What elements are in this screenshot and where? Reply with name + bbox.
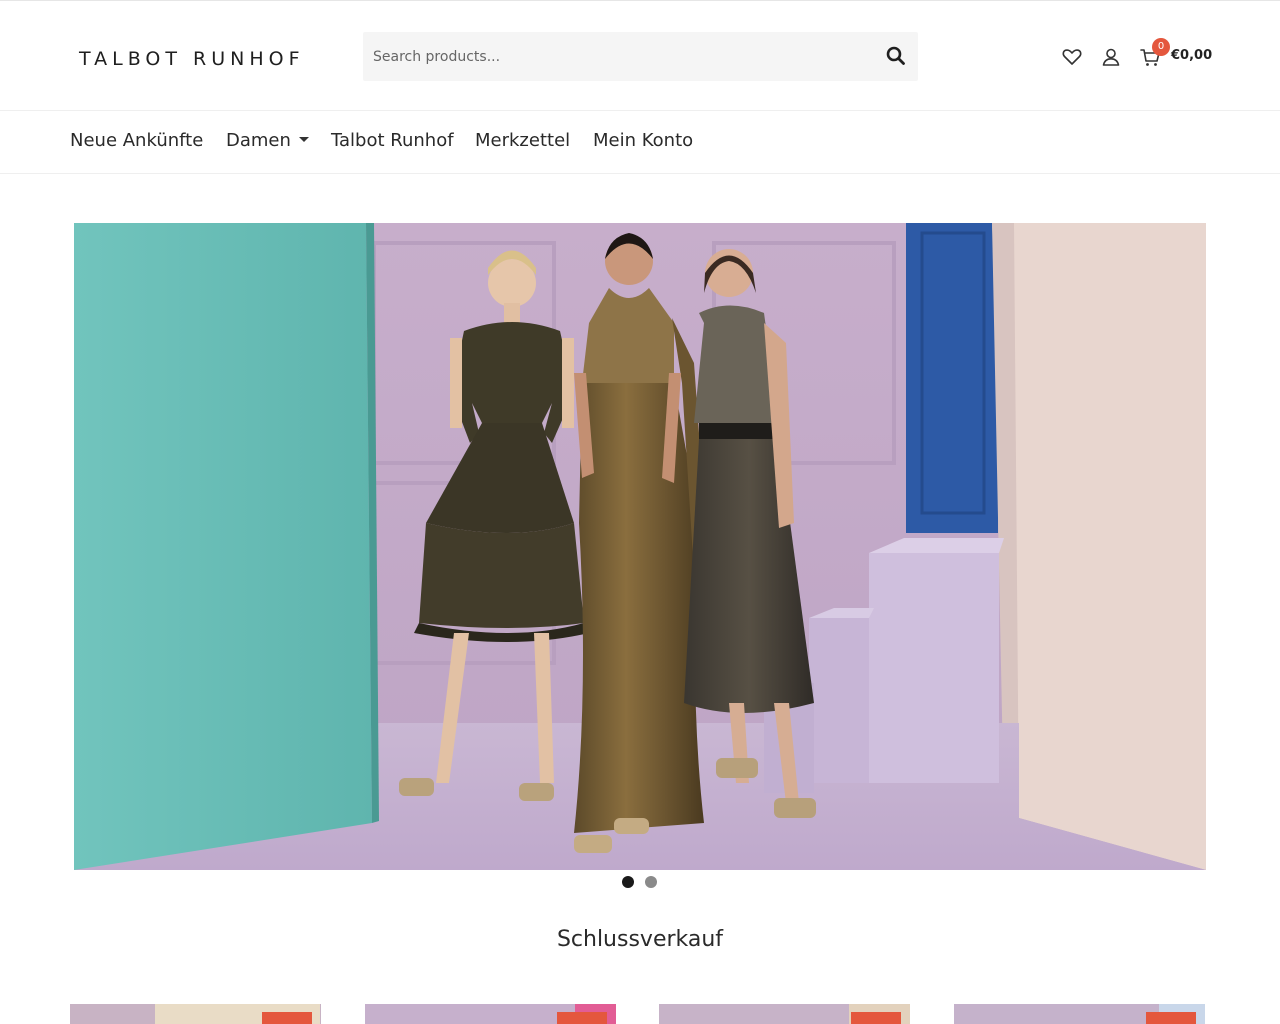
hero-slider-image[interactable] — [74, 223, 1206, 870]
sale-badge — [557, 1012, 607, 1024]
search-bar — [363, 32, 918, 81]
wishlist-button[interactable] — [1061, 46, 1083, 68]
search-button[interactable] — [884, 44, 908, 68]
hero-photo — [74, 223, 1206, 870]
nav-item-mein-konto[interactable]: Mein Konto — [593, 130, 693, 151]
caret-down-icon — [298, 136, 309, 142]
product-card[interactable] — [70, 1004, 321, 1024]
product-card[interactable] — [659, 1004, 910, 1024]
cart-total[interactable]: €0,00 — [1171, 48, 1212, 63]
product-card[interactable] — [954, 1004, 1205, 1024]
logo[interactable]: TALBOT RUNHOF — [79, 48, 305, 70]
heart-icon — [1062, 49, 1082, 65]
search-icon — [886, 46, 905, 65]
nav-item-merkzettel[interactable]: Merkzettel — [475, 130, 570, 151]
main-navigation: Neue Ankünfte Damen Talbot Runhof Merkze… — [0, 111, 1280, 174]
account-button[interactable] — [1100, 46, 1122, 68]
section-title: Schlussverkauf — [556, 927, 724, 952]
sale-badge — [1146, 1012, 1196, 1024]
nav-item-label: Damen — [226, 130, 291, 151]
slider-dot-1[interactable] — [622, 876, 634, 888]
search-input[interactable] — [363, 32, 863, 81]
nav-item-neue-ankuenfte[interactable]: Neue Ankünfte — [70, 130, 203, 151]
sale-badge — [851, 1012, 901, 1024]
user-icon — [1102, 48, 1120, 66]
site-header: TALBOT RUNHOF 0 €0,00 — [0, 0, 1280, 111]
nav-item-talbot-runhof[interactable]: Talbot Runhof — [331, 130, 454, 151]
product-card[interactable] — [365, 1004, 616, 1024]
cart-count-badge: 0 — [1152, 38, 1170, 56]
slider-dot-2[interactable] — [645, 876, 657, 888]
sale-badge — [262, 1012, 312, 1024]
nav-item-damen[interactable]: Damen — [226, 130, 309, 151]
